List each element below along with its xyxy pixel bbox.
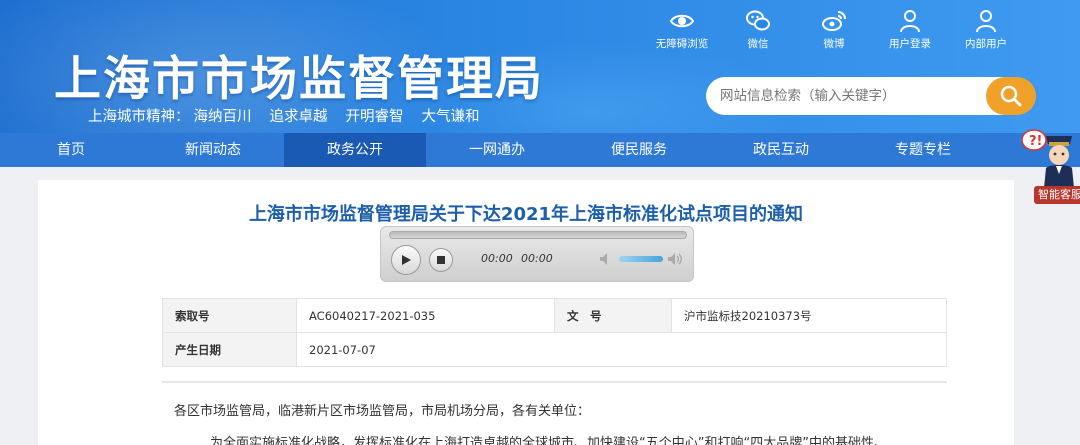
wechat-button[interactable]: 微信 [720, 8, 796, 51]
nav-item-government-affairs[interactable]: 政务公开 [284, 133, 426, 167]
site-title[interactable]: 上海市市场监督管理局 [54, 40, 544, 109]
weibo-icon [822, 11, 846, 31]
article-paragraph: 为全面实施标准化战略，发挥标准化在上海打造卓越的全球城市、加快建设“五个中心”和… [210, 436, 887, 445]
user-login-label: 用户登录 [889, 38, 931, 50]
max-volume-button[interactable] [667, 251, 683, 270]
document-number-value: 沪市监标技20210373号 [671, 298, 947, 333]
mute-button[interactable] [599, 251, 613, 270]
nav-item-public-services[interactable]: 便民服务 [568, 133, 710, 167]
search-input[interactable] [706, 77, 1006, 115]
weibo-label: 微博 [823, 38, 845, 50]
article-title: 上海市市场监督管理局关于下达2021年上海市标准化试点项目的通知 [248, 204, 804, 225]
search-button[interactable] [986, 77, 1036, 115]
volume-mute-icon [600, 253, 607, 265]
site-header: 上海市市场监督管理局 上海城市精神： 海纳百川 追求卓越 开明睿智 大气谦和 无障碍浏览… [0, 0, 1080, 133]
index-number-label: 索取号 [162, 298, 297, 333]
play-button[interactable] [391, 245, 421, 275]
internal-user-label: 内部用户 [965, 38, 1007, 50]
volume-slider[interactable] [619, 256, 663, 262]
issue-date-value: 2021-07-07 [296, 332, 947, 367]
accessibility-button[interactable]: 无障碍浏览 [644, 8, 720, 51]
table-row: 索取号 AC6040217-2021-035 文 号 沪市监标技20210373… [162, 298, 947, 333]
volume-high-icon [668, 253, 682, 265]
slogan-item: 追求卓越 [269, 109, 328, 125]
nav-item-special-topics[interactable]: 专题专栏 [852, 133, 994, 167]
top-toolbar: 无障碍浏览 微信 微博 用户登录 内部用户 [644, 8, 1024, 51]
city-slogan: 上海城市精神： 海纳百川 追求卓越 开明睿智 大气谦和 [88, 105, 498, 126]
search-icon [1000, 85, 1022, 107]
slogan-label: 上海城市精神： [88, 109, 190, 125]
nav-item-online-services[interactable]: 一网通办 [426, 133, 568, 167]
svg-text:?!: ?! [1029, 134, 1042, 149]
issue-date-label: 产生日期 [162, 332, 297, 367]
accessibility-label: 无障碍浏览 [655, 38, 709, 50]
nav-item-home[interactable]: 首页 [0, 133, 142, 167]
document-meta-table: 索取号 AC6040217-2021-035 文 号 沪市监标技20210373… [162, 298, 947, 367]
play-icon [402, 255, 411, 265]
weibo-button[interactable]: 微博 [796, 8, 872, 51]
assistant-mascot-icon: ?! [1021, 129, 1074, 188]
duration-time: 00:00 [521, 252, 553, 265]
user-login-button[interactable]: 用户登录 [872, 8, 948, 51]
document-number-label: 文 号 [554, 298, 672, 333]
site-search [706, 77, 1036, 115]
smart-assistant[interactable]: ?! 智能客服 [1018, 122, 1080, 210]
slogan-item: 海纳百川 [193, 109, 252, 125]
assistant-label: 智能客服 [1034, 186, 1080, 204]
audio-progress-track[interactable] [389, 231, 687, 239]
content-divider [162, 381, 947, 383]
nav-item-interaction[interactable]: 政民互动 [710, 133, 852, 167]
table-row: 产生日期 2021-07-07 [162, 332, 947, 367]
internal-user-button[interactable]: 内部用户 [948, 8, 1024, 51]
stop-button[interactable] [429, 248, 453, 272]
wechat-label: 微信 [747, 38, 769, 50]
audio-player: 00:00 00:00 [380, 226, 694, 282]
article-salutation: 各区市场监管局，临港新片区市场监管局，市局机场分局，各有关单位： [174, 404, 591, 419]
wechat-icon [746, 10, 770, 31]
article-panel: 上海市市场监督管理局关于下达2021年上海市标准化试点项目的通知 00:00 0… [38, 180, 1014, 445]
user-icon [900, 10, 920, 33]
current-time: 00:00 [481, 252, 513, 265]
eye-icon [669, 14, 695, 28]
slogan-item: 大气谦和 [421, 109, 480, 125]
index-number-value: AC6040217-2021-035 [296, 298, 555, 333]
main-nav: 首页 新闻动态 政务公开 一网通办 便民服务 政民互动 专题专栏 [0, 133, 1080, 167]
slogan-item: 开明睿智 [345, 109, 404, 125]
user-icon [976, 10, 996, 33]
nav-item-news[interactable]: 新闻动态 [142, 133, 284, 167]
stop-icon [437, 256, 445, 264]
